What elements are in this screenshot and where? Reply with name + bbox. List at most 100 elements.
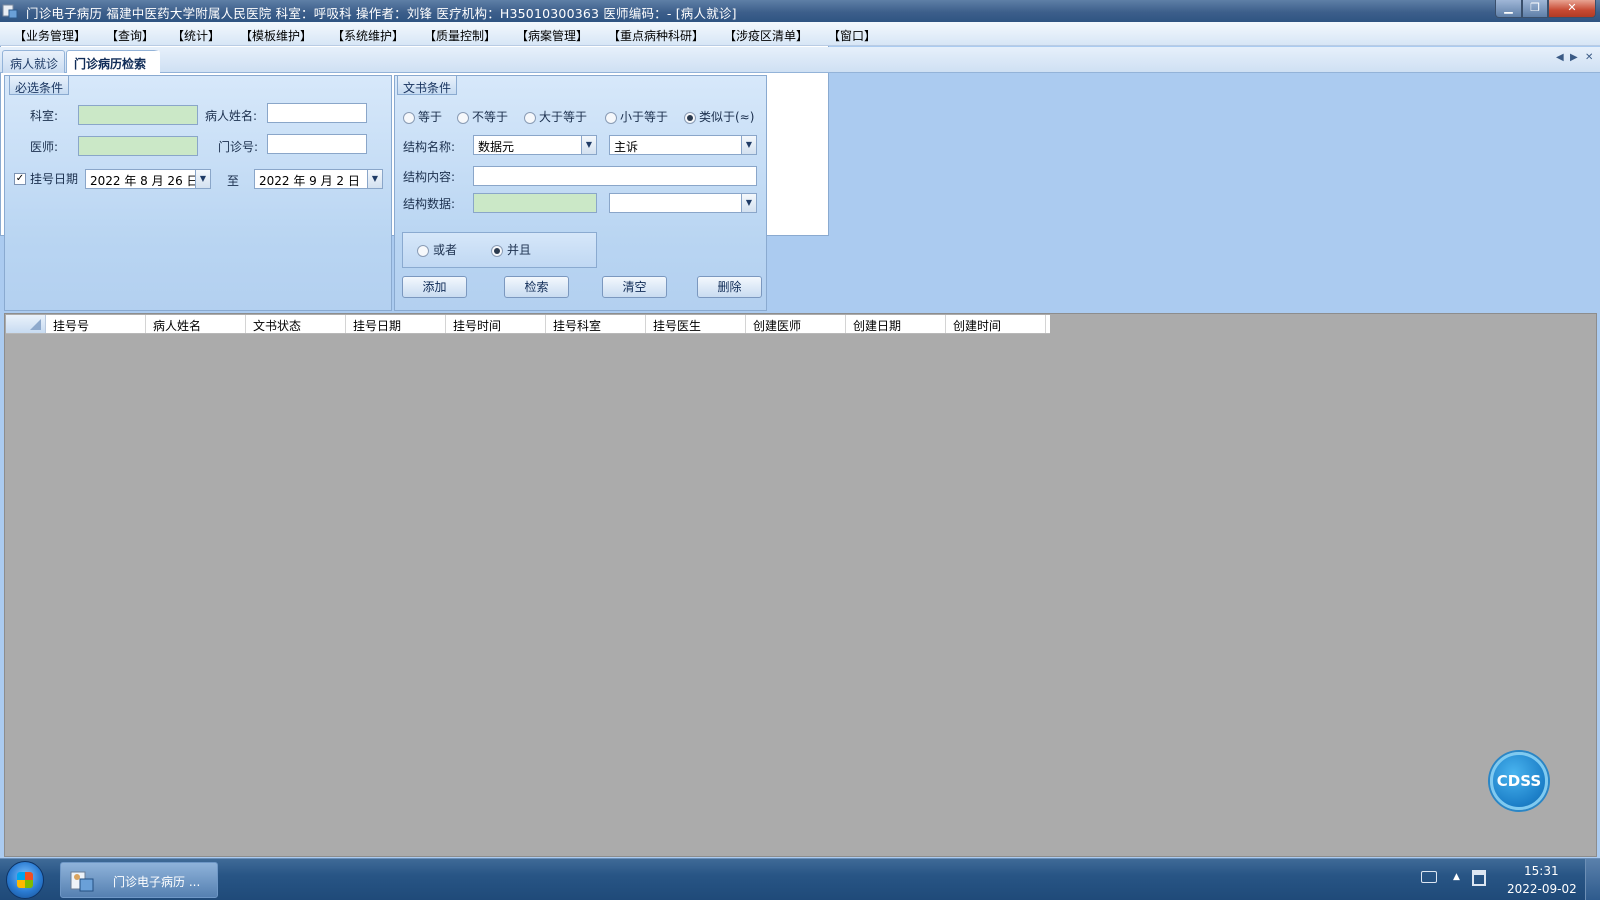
chevron-down-icon[interactable]: ▼ [741, 136, 756, 154]
chevron-down-icon[interactable]: ▼ [581, 136, 596, 154]
cdss-button[interactable]: CDSS [1490, 752, 1548, 810]
op-notequal-radio[interactable] [457, 112, 469, 124]
col-created-by[interactable]: 创建医师 [746, 315, 846, 333]
clock-date[interactable]: 2022-09-02 [1507, 882, 1577, 896]
required-conditions-panel: 必选条件 科室: 病人姓名: 医师: 门诊号: ✓ 挂号日期 2022 年 8 … [4, 75, 392, 311]
col-created-time[interactable]: 创建时间 [946, 315, 1046, 333]
clock-time[interactable]: 15:31 [1524, 864, 1559, 878]
tab-next-icon[interactable]: ▶ [1570, 52, 1578, 63]
date-to-picker[interactable]: 2022 年 9 月 2 日 ▼ [254, 169, 383, 189]
taskbar: 门诊电子病历 ... ▲ 15:31 2022-09-02 [0, 858, 1600, 900]
reg-date-label: 挂号日期 [30, 172, 79, 186]
date-from-value: 2022 年 8 月 26 日 [90, 174, 199, 188]
keyboard-icon[interactable] [1421, 871, 1437, 883]
date-from-picker[interactable]: 2022 年 8 月 26 日 ▼ [85, 169, 211, 189]
add-button[interactable]: 添加 [402, 276, 467, 298]
op-like-label: 类似于(≈) [699, 110, 755, 124]
tab-close-icon[interactable]: ✕ [1585, 52, 1593, 63]
op-lte-label: 小于等于 [620, 110, 669, 124]
struct-data-field[interactable] [473, 193, 597, 213]
doctor-label: 医师: [30, 140, 59, 154]
logic-or-radio[interactable] [417, 245, 429, 257]
col-reg-date[interactable]: 挂号日期 [346, 315, 446, 333]
app-icon [70, 871, 94, 892]
struct-item-value: 主诉 [614, 140, 639, 154]
menu-system[interactable]: 【系统维护】 [332, 27, 404, 44]
dept-field[interactable] [78, 105, 198, 125]
col-reg-time[interactable]: 挂号时间 [446, 315, 546, 333]
app-icon [2, 4, 18, 19]
network-icon[interactable] [1472, 870, 1486, 886]
menu-epidemic[interactable]: 【涉疫区清单】 [724, 27, 808, 44]
struct-name-select[interactable]: 数据元 ▼ [473, 135, 597, 155]
date-to-value: 2022 年 9 月 2 日 [259, 174, 360, 188]
menu-business[interactable]: 【业务管理】 [14, 27, 86, 44]
patient-name-field[interactable] [267, 103, 367, 123]
show-hidden-icons-icon[interactable]: ▲ [1453, 872, 1460, 882]
struct-data-select[interactable]: ▼ [609, 193, 757, 213]
op-gte-radio[interactable] [524, 112, 536, 124]
minimize-button[interactable]: ▁ [1495, 0, 1522, 18]
logic-group: 或者 并且 [402, 232, 597, 268]
menu-records[interactable]: 【病案管理】 [516, 27, 588, 44]
struct-item-select[interactable]: 主诉 ▼ [609, 135, 757, 155]
chevron-down-icon[interactable]: ▼ [195, 170, 210, 188]
reg-date-checkbox[interactable]: ✓ [14, 173, 26, 185]
op-equal-radio[interactable] [403, 112, 415, 124]
title-bar: 门诊电子病历 福建中医药大学附属人民医院 科室：呼吸科 操作者：刘锋 医疗机构：… [0, 0, 1600, 22]
col-reg-dept[interactable]: 挂号科室 [546, 315, 646, 333]
grid-select-all[interactable] [6, 315, 46, 333]
date-to-label: 至 [227, 174, 240, 188]
struct-name-value: 数据元 [478, 140, 515, 154]
op-like-radio[interactable] [684, 112, 696, 124]
struct-content-label: 结构内容: [403, 170, 456, 184]
tab-patient-visit[interactable]: 病人就诊 [2, 50, 65, 73]
tab-prev-icon[interactable]: ◀ [1556, 52, 1564, 63]
doc-title: 文书条件 [397, 75, 458, 95]
chevron-down-icon[interactable]: ▼ [741, 194, 756, 212]
show-desktop-button[interactable] [1585, 859, 1600, 900]
struct-data-label: 结构数据: [403, 197, 456, 211]
op-gte-label: 大于等于 [539, 110, 588, 124]
menu-statistics[interactable]: 【统计】 [172, 27, 220, 44]
op-lte-radio[interactable] [605, 112, 617, 124]
delete-button[interactable]: 删除 [697, 276, 762, 298]
menu-quality[interactable]: 【质量控制】 [424, 27, 496, 44]
close-button[interactable]: ✕ [1548, 0, 1596, 18]
document-tabs: 病人就诊 门诊病历检索 ◀ ▶ ✕ [0, 47, 1600, 73]
op-notequal-label: 不等于 [472, 110, 509, 124]
menu-bar: 【业务管理】 【查询】 【统计】 【模板维护】 【系统维护】 【质量控制】 【病… [0, 22, 1600, 46]
grid-header: 挂号号 病人姓名 文书状态 挂号日期 挂号时间 挂号科室 挂号医生 创建医师 创… [6, 315, 1050, 334]
col-created-date[interactable]: 创建日期 [846, 315, 946, 333]
search-button[interactable]: 检索 [504, 276, 569, 298]
outpatient-no-label: 门诊号: [218, 140, 259, 154]
clear-button[interactable]: 清空 [602, 276, 667, 298]
taskbar-app-button[interactable]: 门诊电子病历 ... [60, 862, 218, 898]
window-title: 门诊电子病历 福建中医药大学附属人民医院 科室：呼吸科 操作者：刘锋 医疗机构：… [26, 6, 737, 21]
tab-record-search[interactable]: 门诊病历检索 [66, 50, 160, 73]
patient-name-label: 病人姓名: [205, 109, 258, 123]
document-conditions-panel: 文书条件 等于 不等于 大于等于 小于等于 类似于(≈) 结构名称: 数据元 ▼… [394, 75, 767, 311]
required-title: 必选条件 [9, 75, 70, 95]
taskbar-app-label: 门诊电子病历 ... [113, 875, 201, 889]
dept-label: 科室: [30, 109, 59, 123]
start-button[interactable] [6, 861, 44, 899]
struct-name-label: 结构名称: [403, 140, 456, 154]
menu-query[interactable]: 【查询】 [106, 27, 154, 44]
chevron-down-icon[interactable]: ▼ [367, 170, 382, 188]
maximize-button[interactable]: ❐ [1522, 0, 1548, 18]
col-patient-name[interactable]: 病人姓名 [146, 315, 246, 333]
menu-template[interactable]: 【模板维护】 [240, 27, 312, 44]
doctor-field[interactable] [78, 136, 198, 156]
logic-and-label: 并且 [507, 243, 532, 257]
col-reg-doctor[interactable]: 挂号医生 [646, 315, 746, 333]
op-equal-label: 等于 [418, 110, 443, 124]
logic-and-radio[interactable] [491, 245, 503, 257]
col-doc-status[interactable]: 文书状态 [246, 315, 346, 333]
struct-content-field[interactable] [473, 166, 757, 186]
col-reg-no[interactable]: 挂号号 [46, 315, 146, 333]
menu-window[interactable]: 【窗口】 [828, 27, 876, 44]
menu-research[interactable]: 【重点病种科研】 [608, 27, 704, 44]
results-grid[interactable]: 挂号号 病人姓名 文书状态 挂号日期 挂号时间 挂号科室 挂号医生 创建医师 创… [4, 313, 1597, 857]
outpatient-no-field[interactable] [267, 134, 367, 154]
